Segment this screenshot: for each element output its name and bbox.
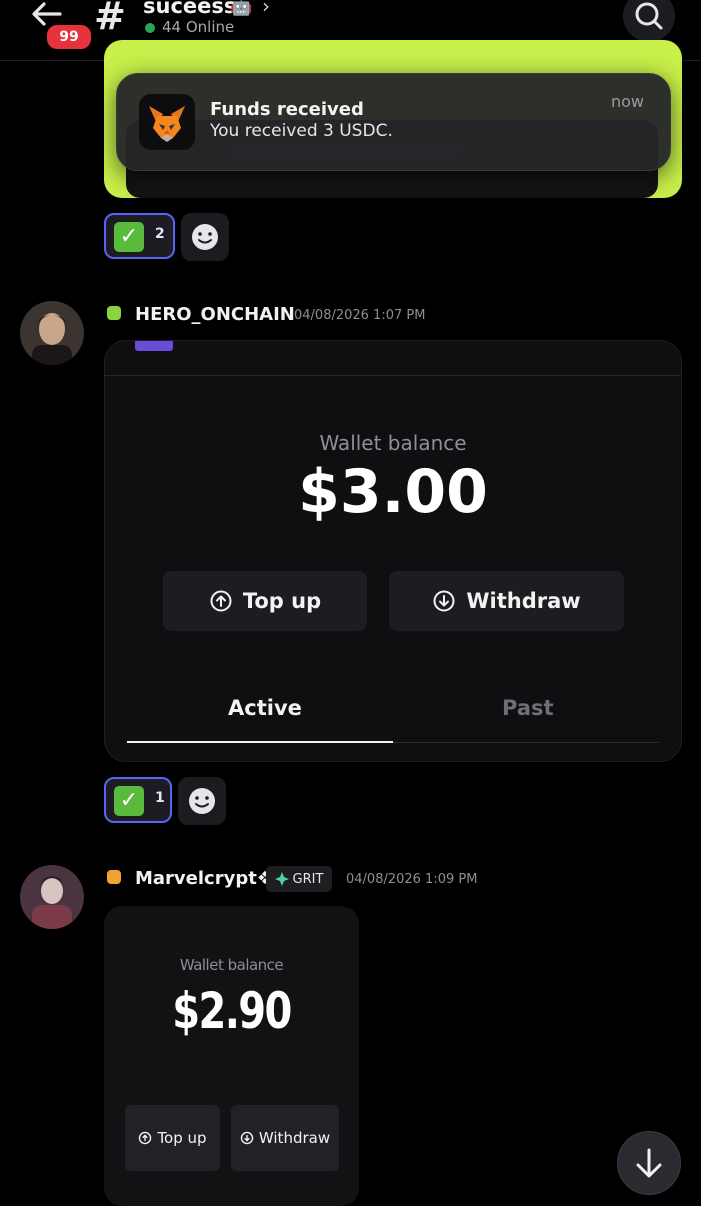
withdraw-label: Withdraw (466, 589, 581, 613)
wallet-balance-amount: $2.90 (172, 982, 292, 1040)
check-mark-icon: ✓ (114, 222, 144, 252)
notification-message: You received 3 USDC. (210, 121, 393, 141)
withdraw-button: Withdraw (231, 1105, 339, 1171)
robot-emoji: 🤖 (230, 0, 253, 17)
arrow-down-circle-icon (240, 1131, 254, 1145)
wallet-screenshot-image[interactable]: Wallet balance $2.90 Top up Withdraw (104, 906, 359, 1206)
online-count: 44 Online (162, 18, 235, 36)
top-up-button: Top up (125, 1105, 220, 1171)
scroll-to-bottom-button[interactable] (617, 1131, 681, 1195)
reaction-check[interactable]: ✓ 2 (104, 213, 175, 259)
tab-divider (393, 742, 659, 743)
withdraw-button[interactable]: Withdraw (389, 571, 624, 631)
top-up-button[interactable]: Top up (163, 571, 367, 631)
avatar[interactable] (20, 865, 84, 929)
wallet-balance-label: Wallet balance (319, 431, 467, 455)
tab-active[interactable]: Active (228, 696, 302, 720)
wallet-balance-amount: $3.00 (298, 457, 488, 527)
reaction-check[interactable]: ✓ 1 (104, 777, 172, 823)
wallet-balance-label: Wallet balance (179, 956, 284, 974)
metamask-fox-icon (139, 94, 195, 150)
notification-time: now (611, 92, 645, 111)
arrow-down-circle-icon (433, 590, 455, 612)
card-logo (135, 341, 173, 351)
reaction-count: 1 (155, 790, 165, 806)
smiley-icon (189, 788, 215, 814)
notification-title: Funds received (210, 99, 364, 120)
guild-tag[interactable]: GRIT (266, 866, 332, 892)
add-reaction-button[interactable] (178, 777, 226, 825)
tab-past[interactable]: Past (502, 696, 554, 720)
search-icon (635, 2, 663, 30)
wallet-card: Wallet balance $3.00 Top up Withdraw Act… (104, 340, 682, 762)
chevron-right-icon[interactable]: › (262, 0, 270, 18)
check-mark-icon: ✓ (114, 786, 144, 816)
grit-tag-icon (274, 872, 289, 886)
user-status-dot (104, 867, 124, 887)
arrow-down-icon (636, 1148, 662, 1178)
timestamp: 04/08/2026 1:09 PM (346, 872, 478, 887)
channel-hash-icon: # (94, 0, 126, 38)
unread-badge: 99 (45, 23, 93, 51)
arrow-up-circle-icon (210, 590, 232, 612)
top-up-label: Top up (157, 1129, 207, 1147)
notification-toast[interactable]: Funds received You received 3 USDC. now (116, 73, 671, 171)
top-up-label: Top up (242, 589, 322, 613)
arrow-up-circle-icon (139, 1131, 152, 1145)
avatar[interactable] (20, 301, 84, 365)
username[interactable]: HERO_ONCHAIN (135, 304, 295, 325)
username[interactable]: Marvelcrypt❖ (135, 868, 273, 889)
card-header-strip (105, 341, 681, 376)
reaction-count: 2 (155, 226, 165, 242)
user-status-dot (104, 303, 124, 323)
withdraw-label: Withdraw (258, 1129, 331, 1147)
add-reaction-button[interactable] (181, 213, 229, 261)
tab-selected-indicator (127, 741, 393, 743)
guild-tag-label: GRIT (292, 871, 324, 887)
smiley-icon (192, 224, 218, 250)
timestamp: 04/08/2026 1:07 PM (294, 308, 426, 323)
search-button[interactable] (623, 0, 675, 42)
online-indicator (145, 23, 155, 33)
